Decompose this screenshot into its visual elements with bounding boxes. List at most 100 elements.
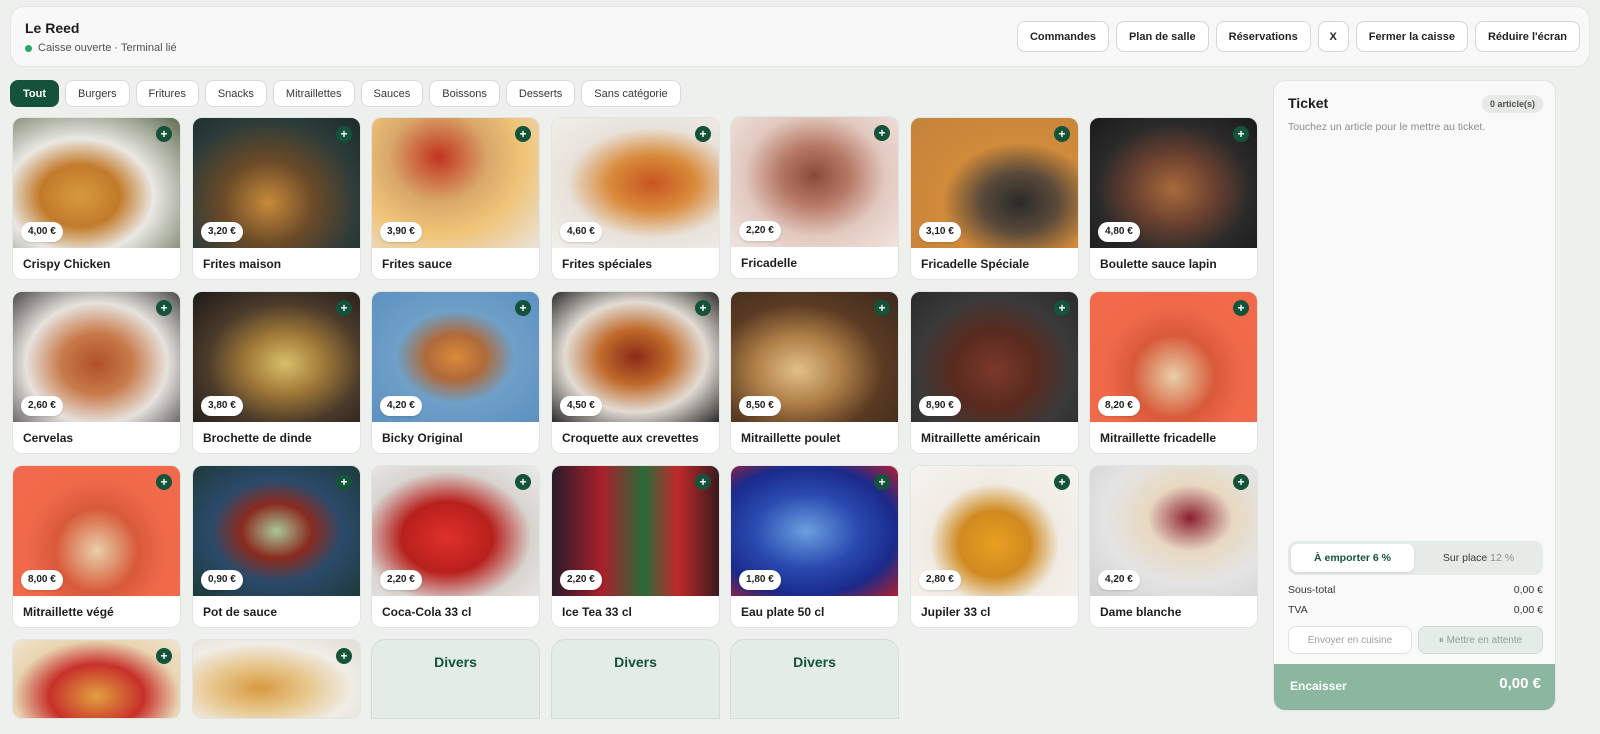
add-icon[interactable]: + <box>156 300 172 316</box>
product-card[interactable]: + 8,50 € Mitraillette poulet <box>730 291 899 454</box>
add-icon[interactable]: + <box>874 474 890 490</box>
product-name: Jupiler 33 cl <box>921 605 991 619</box>
tab-mitraillettes[interactable]: Mitraillettes <box>272 80 355 107</box>
takeaway-option[interactable]: À emporter 6 % <box>1291 544 1414 572</box>
product-card[interactable]: + 2,60 € Cervelas <box>12 291 181 454</box>
product-name: Mitraillette américain <box>921 431 1041 445</box>
product-card[interactable]: + 2,20 € Coca-Cola 33 cl <box>371 465 540 628</box>
product-card[interactable]: + <box>12 639 181 719</box>
product-card[interactable]: + 4,20 € Bicky Original <box>371 291 540 454</box>
product-name: Mitraillette végé <box>23 605 114 619</box>
product-card[interactable]: + 4,80 € Boulette sauce lapin <box>1089 117 1258 280</box>
tab-burgers[interactable]: Burgers <box>65 80 130 107</box>
minimize-screen-button[interactable]: Réduire l'écran <box>1474 21 1580 52</box>
product-name: Ice Tea 33 cl <box>562 605 632 619</box>
add-icon[interactable]: + <box>1054 126 1070 142</box>
product-card[interactable]: + 8,90 € Mitraillette américain <box>910 291 1079 454</box>
product-name: Brochette de dinde <box>203 431 312 445</box>
add-icon[interactable]: + <box>695 126 711 142</box>
product-name: Mitraillette fricadelle <box>1100 431 1217 445</box>
add-icon[interactable]: + <box>1233 300 1249 316</box>
dine-in-label: Sur place <box>1442 552 1488 564</box>
add-icon[interactable]: + <box>156 474 172 490</box>
product-card[interactable]: + 8,00 € Mitraillette végé <box>12 465 181 628</box>
product-card[interactable]: + 8,20 € Mitraillette fricadelle <box>1089 291 1258 454</box>
price-badge: 3,20 € <box>201 222 243 242</box>
product-card[interactable]: + 4,50 € Croquette aux crevettes <box>551 291 720 454</box>
product-card[interactable]: + 1,80 € Eau plate 50 cl <box>730 465 899 628</box>
product-card[interactable]: + 4,20 € Dame blanche <box>1089 465 1258 628</box>
product-card[interactable]: + <box>192 639 361 719</box>
add-icon[interactable]: + <box>336 300 352 316</box>
price-badge: 1,80 € <box>739 570 781 590</box>
add-icon[interactable]: + <box>1054 474 1070 490</box>
price-badge: 4,50 € <box>560 396 602 416</box>
tva-value: 0,00 € <box>1513 604 1543 616</box>
floor-plan-button[interactable]: Plan de salle <box>1115 21 1209 52</box>
tab-all[interactable]: Tout <box>10 80 60 107</box>
tab-uncategorized[interactable]: Sans catégorie <box>581 80 681 107</box>
add-icon[interactable]: + <box>695 300 711 316</box>
add-icon[interactable]: + <box>515 474 531 490</box>
add-icon[interactable]: + <box>1054 300 1070 316</box>
add-icon[interactable]: + <box>515 300 531 316</box>
add-icon[interactable]: + <box>1233 474 1249 490</box>
add-icon[interactable]: + <box>874 300 890 316</box>
tab-boissons[interactable]: Boissons <box>429 80 500 107</box>
pay-total: 0,00 € <box>1499 675 1541 692</box>
dine-in-option[interactable]: Sur place 12 % <box>1417 544 1540 572</box>
add-icon[interactable]: + <box>156 126 172 142</box>
pause-icon: ⏸ <box>1438 635 1444 646</box>
product-name: Fricadelle <box>741 256 798 270</box>
divers-tile[interactable]: Divers <box>371 639 540 719</box>
status-dot-icon <box>25 44 32 52</box>
hold-label: Mettre en attente <box>1446 635 1523 646</box>
product-card[interactable]: + 4,00 € Crispy Chicken <box>12 117 181 280</box>
tva-row: TVA 0,00 € <box>1288 604 1543 616</box>
tab-sauces[interactable]: Sauces <box>360 80 424 107</box>
divers-tile[interactable]: Divers <box>730 639 899 719</box>
add-icon[interactable]: + <box>515 126 531 142</box>
top-bar: Le Reed Caisse ouverte · Terminal lié Co… <box>10 6 1590 67</box>
product-name: Fricadelle Spéciale <box>921 257 1030 271</box>
price-badge: 0,90 € <box>201 570 243 590</box>
product-name: Frites spéciales <box>562 257 653 271</box>
tab-fritures[interactable]: Fritures <box>135 80 199 107</box>
price-badge: 3,90 € <box>380 222 422 242</box>
add-icon[interactable]: + <box>336 474 352 490</box>
product-card[interactable]: + 2,20 € Ice Tea 33 cl <box>551 465 720 628</box>
reservations-button[interactable]: Réservations <box>1215 21 1311 52</box>
product-card[interactable]: + 3,90 € Frites sauce <box>371 117 540 280</box>
x-report-button[interactable]: X <box>1317 21 1349 52</box>
add-icon[interactable]: + <box>695 474 711 490</box>
product-name: Mitraillette poulet <box>741 431 841 445</box>
ticket-title: Ticket <box>1288 95 1329 111</box>
add-icon[interactable]: + <box>336 648 352 664</box>
orders-button[interactable]: Commandes <box>1016 21 1109 52</box>
price-badge: 2,20 € <box>739 221 781 241</box>
product-card[interactable]: + 3,20 € Frites maison <box>192 117 361 280</box>
price-badge: 8,90 € <box>919 396 961 416</box>
pay-button[interactable]: Encaisser 0,00 € <box>1274 664 1555 710</box>
price-badge: 4,60 € <box>560 222 602 242</box>
product-card[interactable]: + 3,80 € Brochette de dinde <box>192 291 361 454</box>
product-card[interactable]: + 3,10 € Fricadelle Spéciale <box>910 117 1079 280</box>
product-card[interactable]: + 2,20 € Fricadelle <box>730 116 899 279</box>
hold-button[interactable]: ⏸ Mettre en attente <box>1418 626 1543 654</box>
divers-tile[interactable]: Divers <box>551 639 720 719</box>
send-to-kitchen-button[interactable]: Envoyer en cuisine <box>1288 626 1412 654</box>
price-badge: 2,60 € <box>21 396 63 416</box>
add-icon[interactable]: + <box>156 648 172 664</box>
tab-snacks[interactable]: Snacks <box>204 80 267 107</box>
product-name: Boulette sauce lapin <box>1100 257 1217 271</box>
product-image <box>193 640 360 718</box>
product-card[interactable]: + 0,90 € Pot de sauce <box>192 465 361 628</box>
add-icon[interactable]: + <box>874 125 890 141</box>
add-icon[interactable]: + <box>1233 126 1249 142</box>
add-icon[interactable]: + <box>336 126 352 142</box>
product-card[interactable]: + 4,60 € Frites spéciales <box>551 117 720 280</box>
product-card[interactable]: + 2,80 € Jupiler 33 cl <box>910 465 1079 628</box>
close-register-button[interactable]: Fermer la caisse <box>1355 21 1468 52</box>
tab-desserts[interactable]: Desserts <box>505 80 576 107</box>
product-name: Frites maison <box>203 257 282 271</box>
